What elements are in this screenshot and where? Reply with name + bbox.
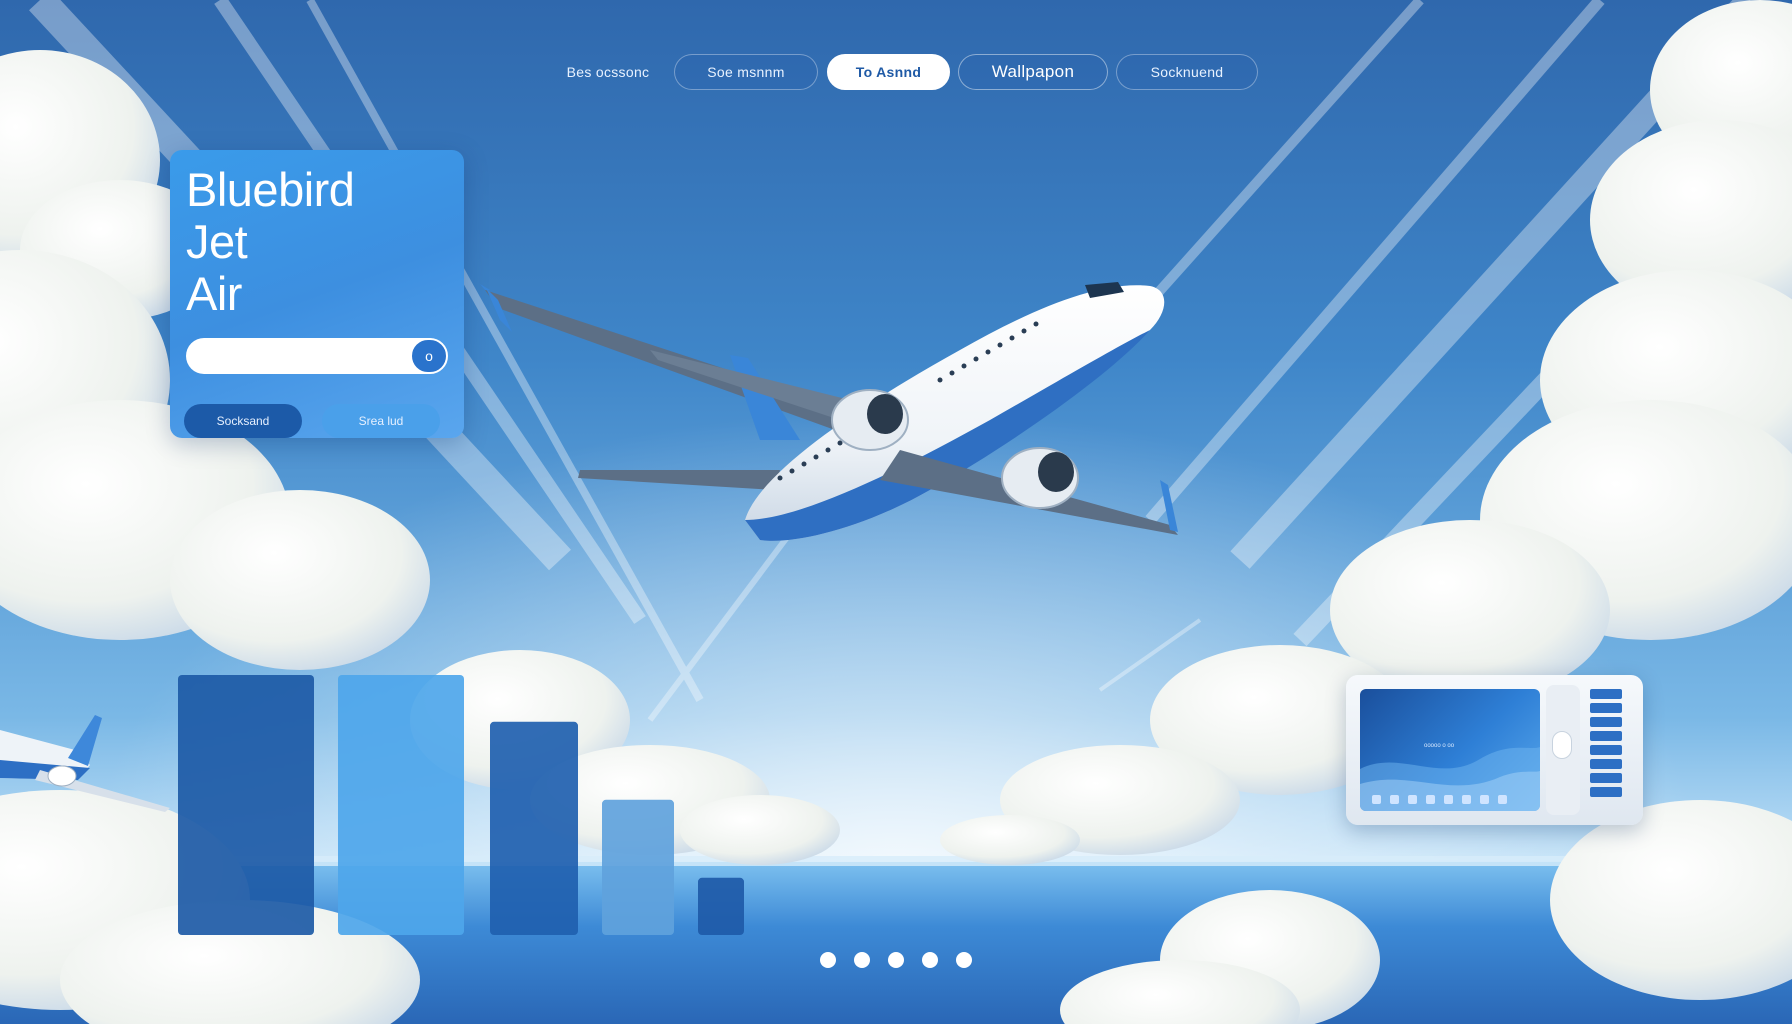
app-icon[interactable] [1480,795,1489,804]
app-icon[interactable] [1426,795,1435,804]
control-row[interactable] [1590,773,1622,783]
pagination-dot[interactable] [820,952,836,968]
device-icon-row [1372,795,1507,804]
chart-bar-1 [178,675,314,935]
pagination-dot[interactable] [956,952,972,968]
wave-graphic [1360,747,1540,811]
app-icon[interactable] [1498,795,1507,804]
control-row[interactable] [1590,759,1622,769]
brand-search-card: Bluebird Jet Air o Socksand Srea lud [170,150,464,438]
device-screen-text: ooooo o oo [1424,743,1455,749]
app-stage: Bes ocssonc Soe msnnm To Asnnd Wallpapon… [0,0,1792,1024]
top-nav: Bes ocssonc Soe msnnm To Asnnd Wallpapon… [0,0,1792,120]
nav-item-wallpaper[interactable]: Wallpapon [958,54,1108,90]
control-row[interactable] [1590,787,1622,797]
control-row[interactable] [1590,745,1622,755]
pagination-dot[interactable] [888,952,904,968]
bar-chart [178,675,744,935]
search-input[interactable] [186,338,446,374]
device-control-panel [1578,685,1634,815]
pagination-dot[interactable] [922,952,938,968]
chart-bar-4 [602,799,674,935]
search-button[interactable]: o [410,338,448,374]
card-button-primary[interactable]: Socksand [184,404,302,438]
app-icon[interactable] [1390,795,1399,804]
device-widget: ooooo o oo [1346,675,1643,825]
control-row[interactable] [1590,731,1622,741]
card-button-secondary[interactable]: Srea lud [322,404,440,438]
nav-item-3-active[interactable]: To Asnnd [827,54,950,90]
app-icon[interactable] [1444,795,1453,804]
chart-bar-3 [490,721,578,935]
pagination-dots [820,952,980,972]
control-row[interactable] [1590,703,1622,713]
device-knob[interactable] [1552,731,1572,759]
app-icon[interactable] [1408,795,1417,804]
device-screen[interactable]: ooooo o oo [1360,689,1540,811]
chart-bar-5 [698,877,744,935]
brand-title: Bluebird Jet Air [186,163,355,320]
pagination-dot[interactable] [854,952,870,968]
control-row[interactable] [1590,689,1622,699]
nav-item-2[interactable]: Soe msnnm [674,54,818,90]
app-icon[interactable] [1372,795,1381,804]
chart-bar-2 [338,675,464,935]
nav-item-5[interactable]: Socknuend [1116,54,1258,90]
control-row[interactable] [1590,717,1622,727]
app-icon[interactable] [1462,795,1471,804]
nav-item-1[interactable]: Bes ocssonc [548,54,668,90]
search-button-label: o [425,348,433,364]
